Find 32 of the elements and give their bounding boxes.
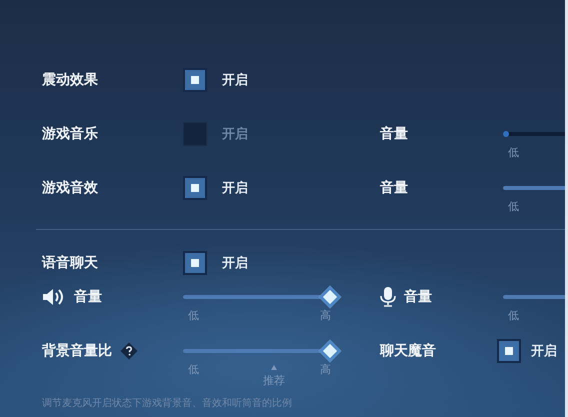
- setting-label: 音量: [380, 179, 408, 197]
- toggle-label: 开启: [531, 342, 557, 360]
- marker-icon: [271, 365, 277, 370]
- toggle-label: 开启: [222, 72, 248, 89]
- setting-label: 背景音量比: [42, 342, 112, 360]
- setting-label: 游戏音效: [42, 179, 98, 197]
- checkbox[interactable]: [183, 122, 207, 146]
- low-label: 低: [508, 199, 519, 214]
- setting-label: 音量: [380, 125, 408, 143]
- recommended-label: 推荐: [263, 373, 285, 388]
- toggle-label: 开启: [222, 126, 248, 143]
- toggle-label: 开启: [222, 180, 248, 197]
- checkbox[interactable]: [183, 68, 207, 92]
- setting-label: 语音聊天: [42, 254, 98, 272]
- low-label: 低: [188, 362, 199, 377]
- low-label: 低: [508, 308, 519, 323]
- setting-label: 聊天魔音: [380, 342, 436, 360]
- high-label: 高: [320, 362, 331, 377]
- checkbox[interactable]: [183, 176, 207, 200]
- toggle-label: 开启: [222, 254, 248, 272]
- footnote: 调节麦克风开启状态下游戏背景音、音效和听筒音的比例: [42, 396, 292, 410]
- speaker-icon: [42, 288, 66, 306]
- microphone-icon: [380, 287, 396, 307]
- setting-label: 音量: [404, 288, 432, 306]
- checkbox[interactable]: [183, 251, 207, 275]
- setting-label: 震动效果: [42, 71, 98, 89]
- setting-label: 游戏音乐: [42, 125, 98, 143]
- low-label: 低: [508, 145, 519, 160]
- low-label: 低: [188, 308, 199, 323]
- setting-label: 音量: [74, 288, 102, 306]
- high-label: 高: [320, 308, 331, 323]
- checkbox[interactable]: [497, 339, 521, 363]
